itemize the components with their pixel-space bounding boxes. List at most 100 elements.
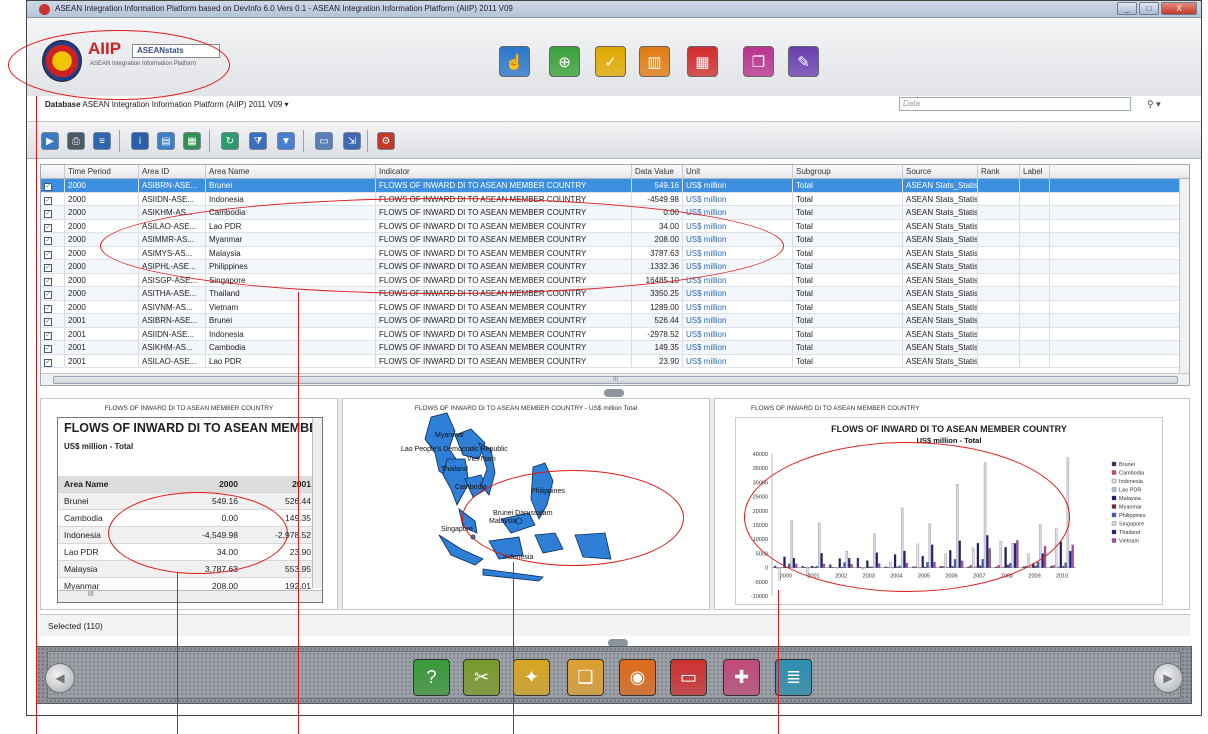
row-selector[interactable]: ✓ (41, 192, 65, 205)
table-icon[interactable]: ▤ (157, 132, 175, 150)
row-selector[interactable]: ✓ (41, 354, 65, 367)
bar-indonesia-2006[interactable] (944, 553, 947, 568)
row-checkbox[interactable]: ✓ (44, 304, 52, 313)
bar-brunei-2003[interactable] (856, 557, 860, 568)
bar-brunei-2009[interactable] (1022, 566, 1025, 568)
grid-column-header[interactable]: Time Period (65, 165, 139, 178)
bar-myanmar-2008[interactable] (1006, 564, 1010, 568)
database-icon[interactable]: ≡ (93, 132, 111, 150)
row-selector[interactable]: ✓ (41, 341, 65, 354)
row-selector[interactable]: ✓ (41, 300, 65, 313)
globe-icon[interactable]: ⊕ (549, 46, 580, 77)
bar-vietnam-2010[interactable] (1071, 544, 1074, 568)
row-selector[interactable]: ✓ (41, 260, 65, 273)
bar-malaysia-2003[interactable] (866, 560, 869, 568)
bar-singapore-2001[interactable] (818, 523, 821, 568)
row-checkbox[interactable]: ✓ (44, 358, 52, 367)
bar-malaysia-2005[interactable] (921, 555, 924, 568)
report-icon[interactable]: ✎ (788, 46, 819, 77)
bar-vietnam-2006[interactable] (960, 560, 964, 568)
bar-vietnam-2008[interactable] (1016, 540, 1019, 568)
bar-indonesia-2008[interactable] (999, 541, 1002, 568)
minimize-button[interactable]: _ (1117, 2, 1137, 15)
bar-cambodia-2010[interactable] (1052, 565, 1055, 568)
splitter-handle[interactable] (604, 389, 624, 397)
bar-lao-pdr-2003[interactable] (863, 567, 867, 569)
bar-myanmar-2002[interactable] (840, 566, 844, 568)
table-row[interactable]: ✓ 2000 ASIMMR-AS... Myanmar FLOWS OF INWARD … (41, 233, 1189, 247)
bar-singapore-2006[interactable] (956, 484, 959, 568)
bar-cambodia-2009[interactable] (1024, 565, 1028, 568)
bar-philippines-2003[interactable] (870, 566, 874, 568)
bar-thailand-2009[interactable] (1041, 553, 1044, 568)
puzzle-icon[interactable]: ✚ (723, 659, 760, 696)
bar-philippines-2007[interactable] (981, 559, 984, 568)
close-button[interactable]: X (1161, 2, 1197, 15)
bar-thailand-2010[interactable] (1069, 550, 1072, 568)
grid-column-header[interactable]: Source (903, 165, 978, 178)
previous-arrow-icon[interactable]: ◀ (45, 663, 75, 693)
bar-lao-pdr-2001[interactable] (808, 567, 811, 569)
table-row[interactable]: Brunei 549.16 526.44 (58, 493, 313, 510)
bar-philippines-2010[interactable] (1064, 562, 1067, 568)
bar-myanmar-2006[interactable] (951, 566, 954, 568)
map-region-singapore[interactable] (470, 534, 476, 540)
grid-column-header[interactable]: Subgroup (793, 165, 903, 178)
bar-singapore-2004[interactable] (900, 507, 904, 568)
tools-icon[interactable]: ✂ (463, 659, 500, 696)
bar-vietnam-2009[interactable] (1043, 545, 1047, 568)
touch-icon[interactable]: ☝ (499, 46, 530, 77)
bar-malaysia-2002[interactable] (838, 558, 841, 568)
row-selector[interactable]: ✓ (41, 179, 65, 192)
bar-philippines-2000[interactable] (788, 563, 791, 568)
sheet-icon[interactable]: ▭ (315, 132, 333, 150)
grid-column-header[interactable]: Rank (978, 165, 1020, 178)
bar-malaysia-2009[interactable] (1032, 563, 1035, 568)
bar-vietnam-2003[interactable] (878, 563, 881, 568)
bar-cambodia-2005[interactable] (914, 566, 917, 568)
bar-vietnam-2007[interactable] (988, 548, 991, 568)
table-row[interactable]: ✓ 2000 ASITHA-ASE... Thailand FLOWS OF INWAR… (41, 287, 1189, 301)
bar-cambodia-2000[interactable] (776, 567, 779, 569)
bar-thailand-2008[interactable] (1013, 543, 1017, 568)
row-selector[interactable]: ✓ (41, 233, 65, 246)
row-selector[interactable]: ✓ (41, 206, 65, 219)
bar-philippines-2006[interactable] (953, 559, 957, 568)
book-icon[interactable]: ❑ (567, 659, 604, 696)
row-selector[interactable]: ✓ (41, 327, 65, 340)
bar-cambodia-2007[interactable] (969, 565, 972, 568)
bar-malaysia-2007[interactable] (976, 543, 980, 568)
database-selector[interactable]: Database ASEAN Integration Information P… (45, 100, 289, 109)
bar-malaysia-2010[interactable] (1059, 541, 1062, 568)
search-input[interactable]: Data (899, 97, 1131, 111)
search-icon[interactable]: ⚲ ▾ (1147, 99, 1161, 110)
row-checkbox[interactable]: ✓ (44, 183, 52, 191)
table-row[interactable]: ✓ 2000 ASIMYS-AS... Malaysia FLOWS OF INWARD… (41, 246, 1189, 260)
table-row[interactable]: ✓ 2001 ASIIDN-ASE... Indonesia FLOWS OF INWA… (41, 327, 1189, 341)
bar-thailand-2003[interactable] (875, 552, 878, 568)
bar-thailand-2006[interactable] (958, 540, 961, 568)
grid-horizontal-scrollbar[interactable]: III (41, 373, 1189, 385)
bar-cambodia-2008[interactable] (997, 565, 1000, 568)
bar-malaysia-2006[interactable] (949, 550, 952, 568)
bar-brunei-2000[interactable] (773, 565, 777, 568)
bar-indonesia-2003[interactable] (861, 567, 864, 570)
table-row[interactable]: ✓ 2000 ASIVNM-AS... Vietnam FLOWS OF INWARD … (41, 300, 1189, 314)
bar-myanmar-2000[interactable] (785, 566, 788, 568)
bar-lao-pdr-2007[interactable] (974, 566, 977, 568)
bar-myanmar-2009[interactable] (1034, 565, 1037, 568)
bar-indonesia-2002[interactable] (833, 567, 837, 568)
bar-myanmar-2004[interactable] (896, 566, 899, 568)
layout-icon[interactable]: ≣ (775, 659, 812, 696)
bar-singapore-2003[interactable] (873, 533, 876, 568)
bar-lao-pdr-2004[interactable] (891, 567, 894, 569)
table-row[interactable]: ✓ 2000 ASIIDN-ASE... Indonesia FLOWS OF INWA… (41, 192, 1189, 206)
bar-lao-pdr-2010[interactable] (1057, 566, 1060, 568)
bar-philippines-2002[interactable] (843, 562, 846, 568)
grid-column-header[interactable]: Unit (683, 165, 793, 178)
grid-scroll-thumb[interactable]: III (53, 376, 1178, 384)
bar-myanmar-2005[interactable] (923, 566, 927, 568)
export-icon[interactable]: ⇲ (343, 132, 361, 150)
bar-thailand-2001[interactable] (820, 553, 823, 568)
next-arrow-icon[interactable]: ▶ (1153, 663, 1183, 693)
